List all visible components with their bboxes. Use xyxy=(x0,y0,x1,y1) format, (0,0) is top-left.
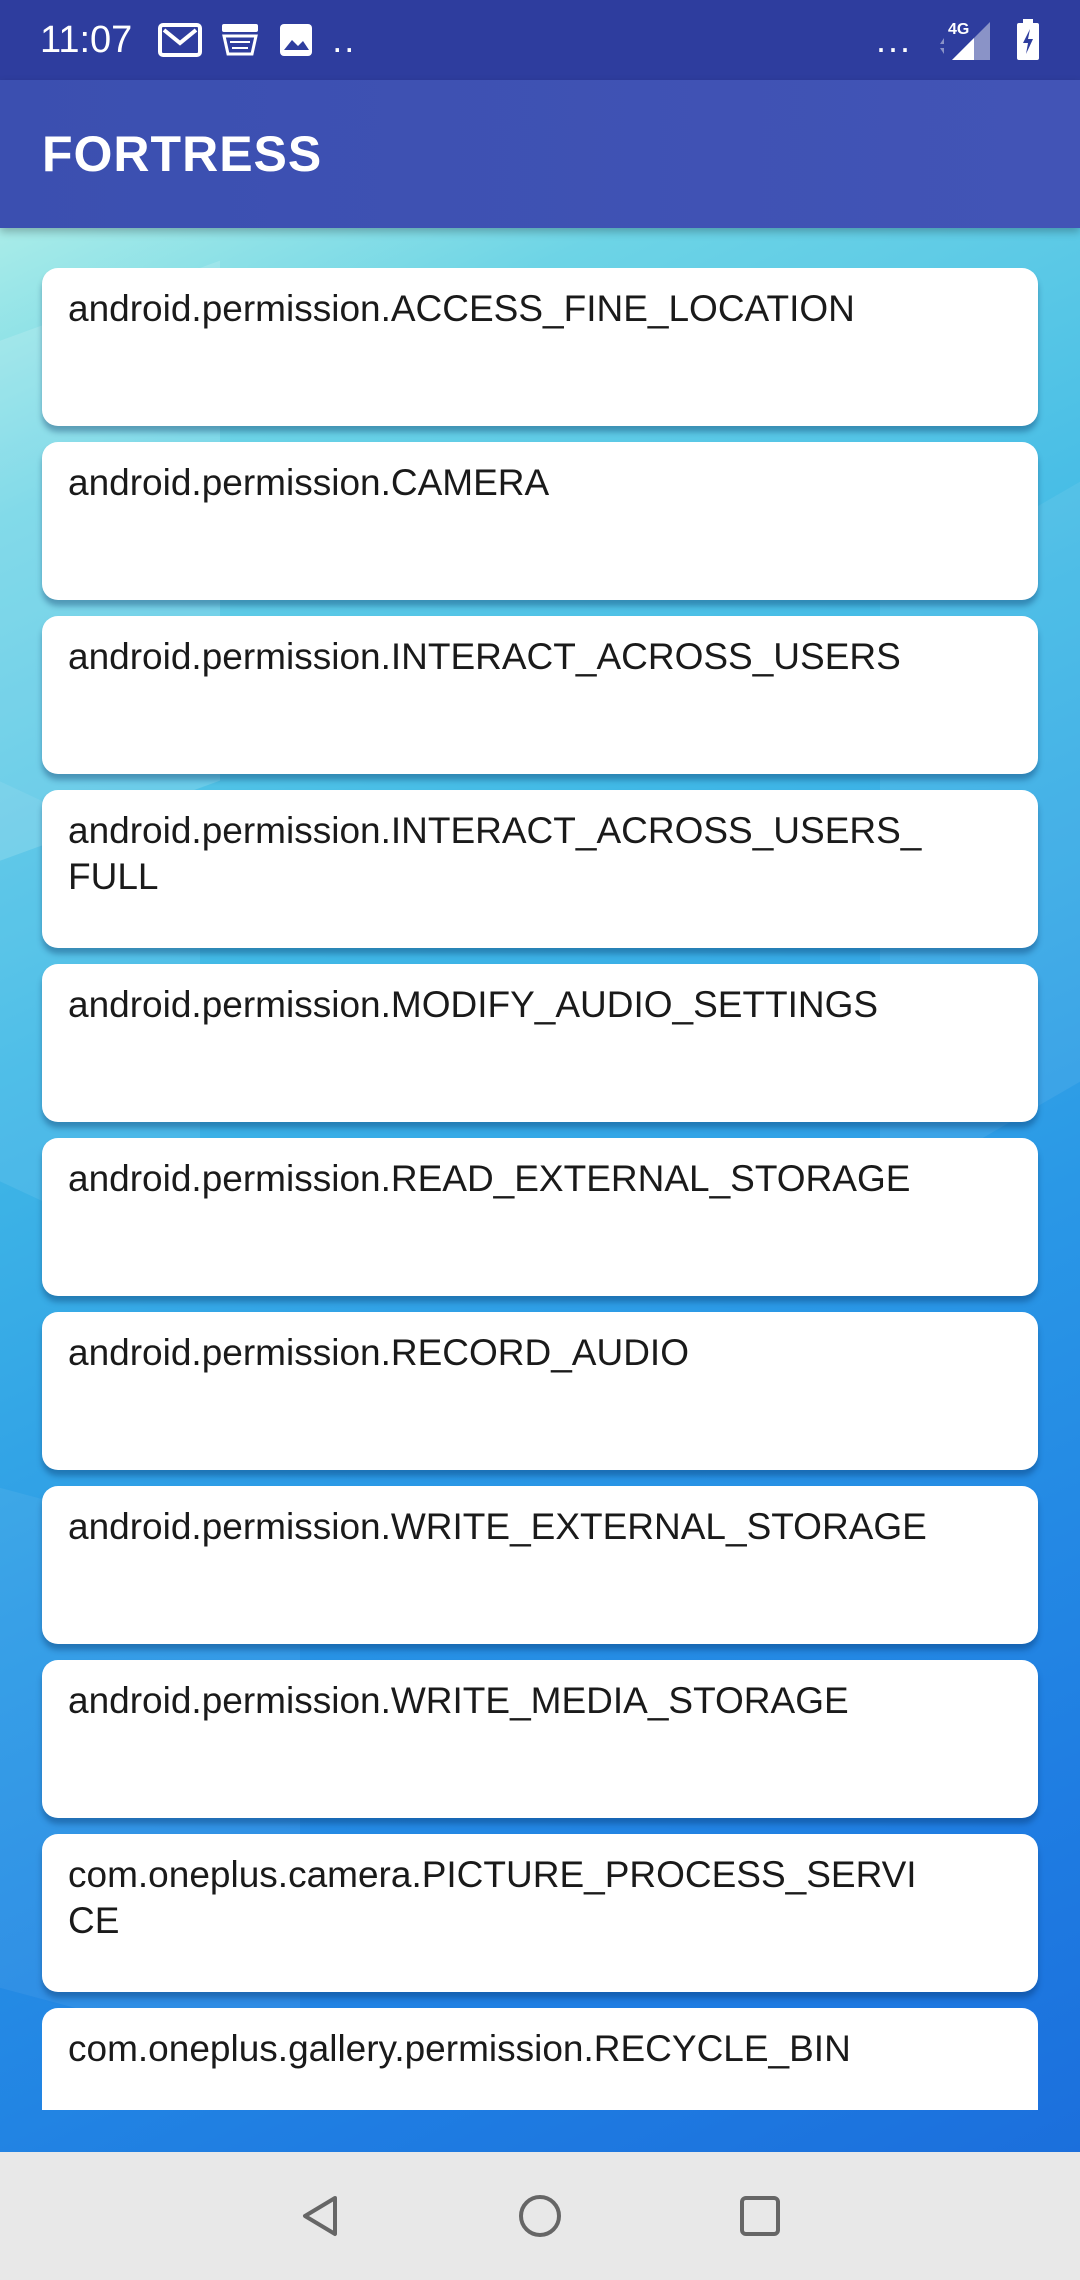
permission-name: android.permission.READ_EXTERNAL_STORAGE xyxy=(68,1158,911,1199)
permission-name: android.permission.RECORD_AUDIO xyxy=(68,1332,689,1373)
permission-card[interactable]: com.oneplus.camera.PICTURE_PROCESS_SERVI… xyxy=(42,1834,1038,1992)
app-title: FORTRESS xyxy=(42,126,323,182)
permission-name: android.permission.INTERACT_ACROSS_USERS… xyxy=(68,810,922,897)
gmail-icon xyxy=(158,22,203,58)
permission-card[interactable]: android.permission.RECORD_AUDIO xyxy=(42,1312,1038,1470)
permission-name: android.permission.ACCESS_FINE_LOCATION xyxy=(68,288,855,329)
permission-card[interactable]: com.oneplus.gallery.permission.RECYCLE_B… xyxy=(42,2008,1038,2110)
more-notifications-indicator: .. xyxy=(332,19,357,60)
status-time: 11:07 xyxy=(40,18,133,61)
permission-card[interactable]: android.permission.WRITE_MEDIA_STORAGE xyxy=(42,1660,1038,1818)
notification-icons: .. xyxy=(158,22,356,58)
back-button[interactable] xyxy=(280,2176,360,2256)
permission-name: android.permission.MODIFY_AUDIO_SETTINGS xyxy=(68,984,879,1025)
system-icons: ... 4G xyxy=(876,18,1040,62)
app-bar: FORTRESS xyxy=(0,80,1080,228)
permission-list-container[interactable]: android.permission.ACCESS_FINE_LOCATION … xyxy=(0,228,1080,2152)
amazon-icon xyxy=(220,22,260,58)
permission-card[interactable]: android.permission.ACCESS_FINE_LOCATION xyxy=(42,268,1038,426)
permission-name: com.oneplus.camera.PICTURE_PROCESS_SERVI… xyxy=(68,1854,917,1941)
home-icon xyxy=(519,2195,561,2237)
permission-name: com.oneplus.gallery.permission.RECYCLE_B… xyxy=(68,2028,851,2069)
permission-list: android.permission.ACCESS_FINE_LOCATION … xyxy=(42,268,1038,2110)
permission-card[interactable]: android.permission.INTERACT_ACROSS_USERS… xyxy=(42,790,1038,948)
screen: 11:07 .. ... 4G FORTRESS android.permiss… xyxy=(0,0,1080,2280)
status-bar: 11:07 .. ... 4G xyxy=(0,0,1080,80)
permission-card[interactable]: android.permission.READ_EXTERNAL_STORAGE xyxy=(42,1138,1038,1296)
network-type: 4G xyxy=(948,21,969,38)
recents-icon xyxy=(740,2196,780,2236)
image-icon xyxy=(278,22,314,58)
permission-name: android.permission.INTERACT_ACROSS_USERS xyxy=(68,636,901,677)
recents-button[interactable] xyxy=(720,2176,800,2256)
back-icon xyxy=(303,2196,337,2236)
permission-name: android.permission.CAMERA xyxy=(68,462,550,503)
permission-card[interactable]: android.permission.INTERACT_ACROSS_USERS xyxy=(42,616,1038,774)
permission-card[interactable]: android.permission.CAMERA xyxy=(42,442,1038,600)
permission-card[interactable]: android.permission.WRITE_EXTERNAL_STORAG… xyxy=(42,1486,1038,1644)
signal-icon: 4G xyxy=(934,18,994,62)
permission-name: android.permission.WRITE_EXTERNAL_STORAG… xyxy=(68,1506,927,1547)
permission-name: android.permission.WRITE_MEDIA_STORAGE xyxy=(68,1680,849,1721)
permission-card[interactable]: android.permission.MODIFY_AUDIO_SETTINGS xyxy=(42,964,1038,1122)
battery-charging-icon xyxy=(1016,19,1040,61)
overflow-indicator: ... xyxy=(875,19,912,60)
home-button[interactable] xyxy=(500,2176,580,2256)
navigation-bar xyxy=(0,2152,1080,2280)
